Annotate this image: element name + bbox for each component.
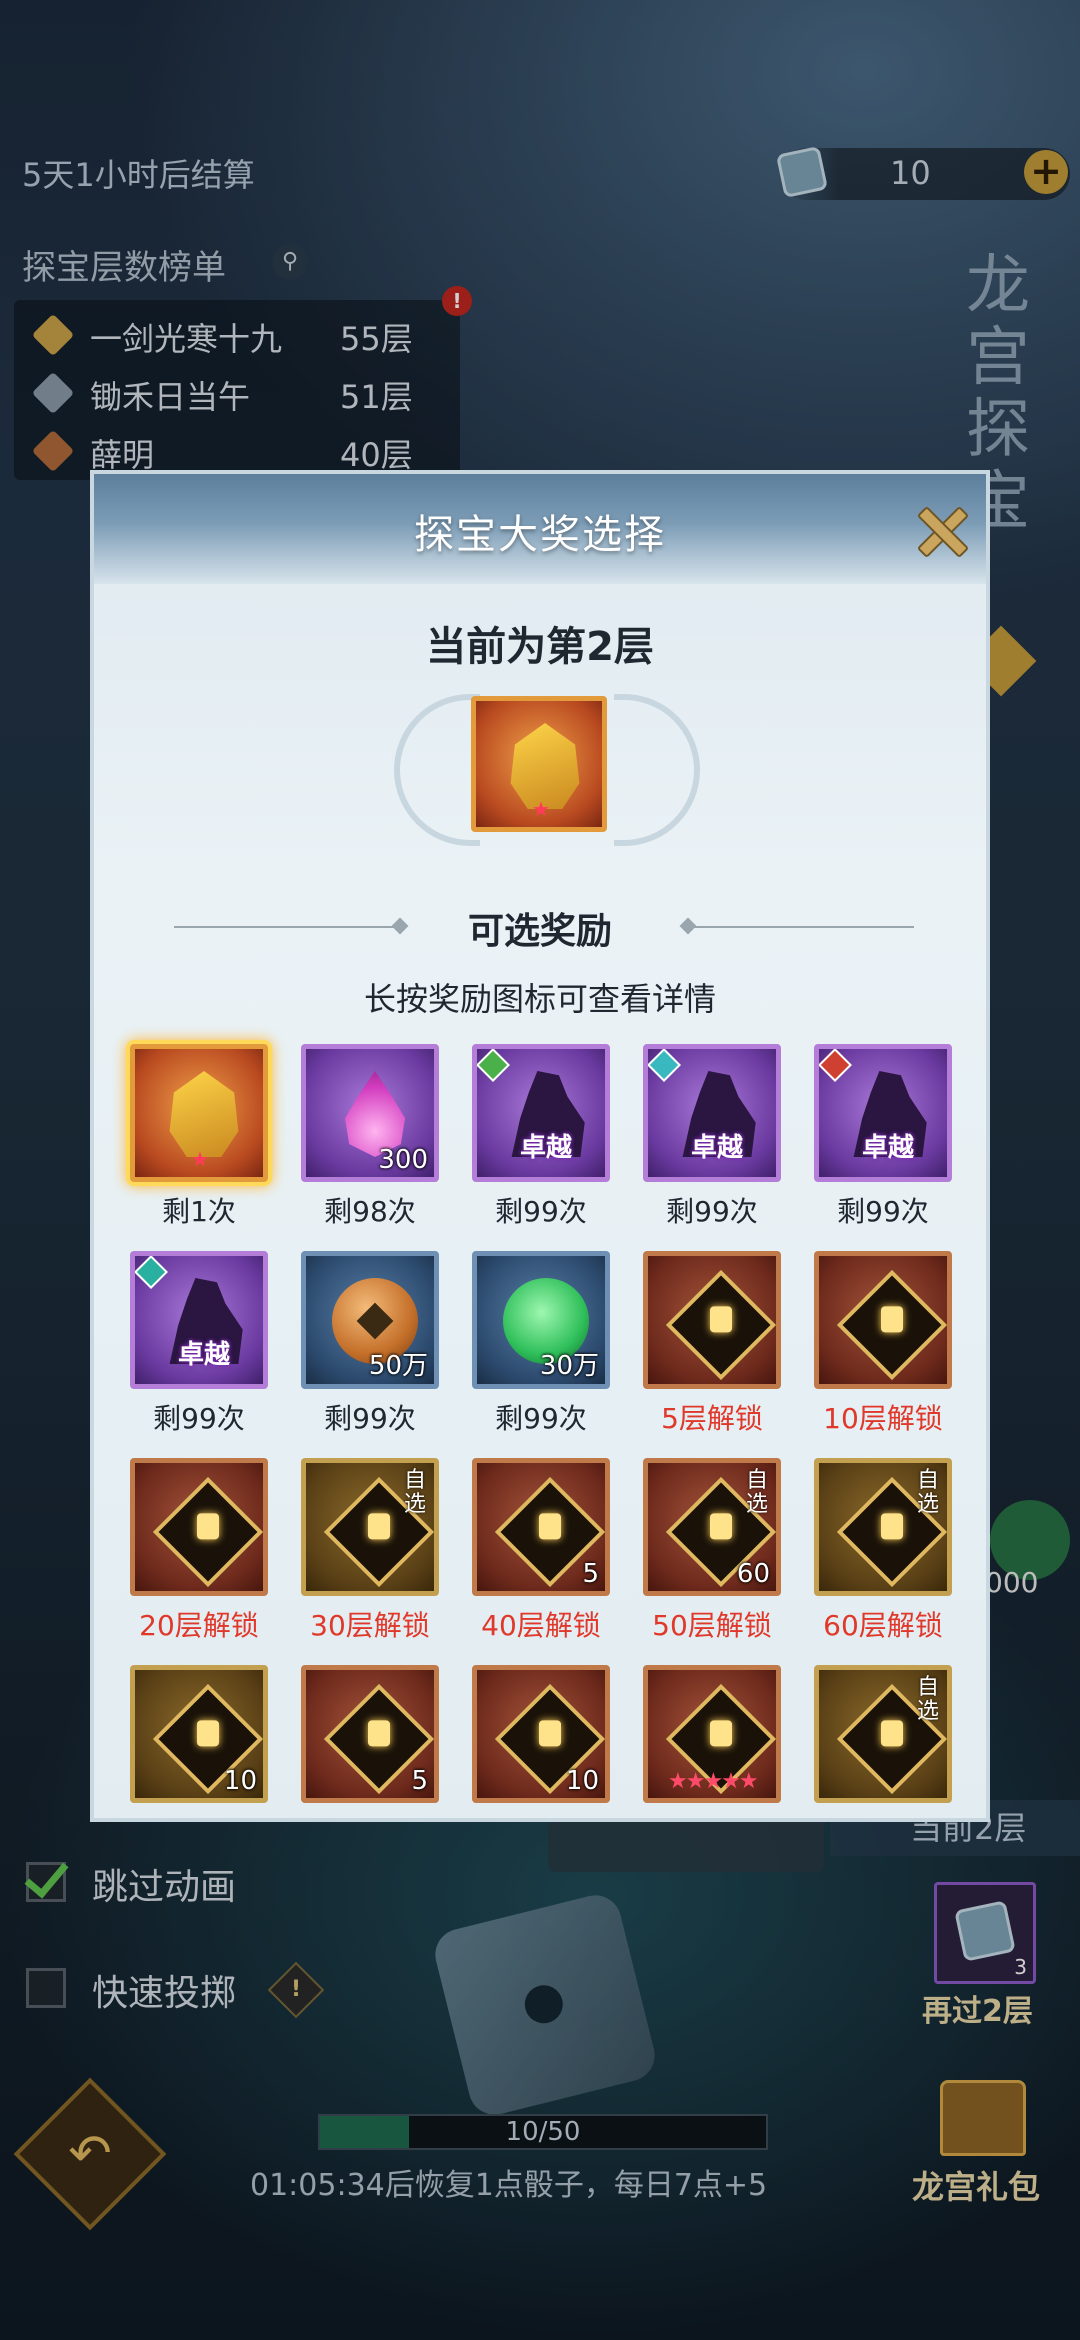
helmet-icon xyxy=(169,1071,239,1157)
reward-tile[interactable]: 卓越 xyxy=(643,1044,781,1182)
locked-reward-slot[interactable]: 自选 30层解锁 xyxy=(295,1458,445,1658)
locked-reward-slot[interactable]: 5层解锁 xyxy=(637,1251,787,1451)
gem-badge-icon xyxy=(648,1049,681,1082)
remaining-count: 剩99次 xyxy=(837,1195,929,1228)
cloud-ornament-icon xyxy=(614,694,700,846)
reward-tile[interactable]: 50万 xyxy=(301,1251,439,1389)
unlock-requirement: 50层解锁 xyxy=(652,1609,772,1642)
reward-slot[interactable]: 卓越剩99次 xyxy=(808,1044,958,1244)
reward-slot[interactable]: 30万剩99次 xyxy=(466,1251,616,1451)
reward-quantity: 10 xyxy=(565,1766,599,1796)
star-rating: ★★★★★ xyxy=(668,1769,759,1794)
unlock-requirement: 10层解锁 xyxy=(823,1402,943,1435)
reward-quantity: 10 xyxy=(223,1766,257,1796)
hint-text: 长按奖励图标可查看详情 xyxy=(363,980,716,1018)
reward-tile[interactable]: ★ xyxy=(130,1044,268,1182)
reward-tile[interactable]: 5 xyxy=(301,1665,439,1803)
close-icon[interactable] xyxy=(912,502,968,558)
reward-tile[interactable] xyxy=(130,1458,268,1596)
reward-tile[interactable]: 自选 xyxy=(814,1458,952,1596)
reward-slot[interactable]: ★ 剩1次 xyxy=(124,1044,274,1244)
star-icon: ★ xyxy=(532,797,550,821)
remaining-count: 剩99次 xyxy=(495,1195,587,1228)
locked-reward-slot[interactable]: 10 xyxy=(124,1665,274,1818)
remaining-count: 剩99次 xyxy=(324,1402,416,1435)
unlock-requirement: 40层解锁 xyxy=(481,1609,601,1642)
reward-quantity: 60 xyxy=(736,1559,770,1589)
lock-icon xyxy=(152,1476,263,1588)
optional-choice-tag: 自选 xyxy=(916,1468,939,1517)
reward-quantity: 30万 xyxy=(539,1351,599,1381)
reward-tile[interactable]: 10 xyxy=(130,1665,268,1803)
selected-grand-prize[interactable]: ★ xyxy=(471,696,607,832)
reward-tile[interactable]: 自选 60 xyxy=(643,1458,781,1596)
reward-slot[interactable]: 300 剩98次 xyxy=(295,1044,445,1244)
reward-tile[interactable] xyxy=(814,1251,952,1389)
locked-reward-slot[interactable]: 自选 60层解锁 xyxy=(808,1458,958,1658)
locked-reward-slot[interactable]: 5 xyxy=(295,1665,445,1818)
modal-title: 探宝大奖选择 xyxy=(414,512,666,558)
lock-icon xyxy=(665,1269,776,1381)
reward-tile[interactable]: 自选 xyxy=(814,1665,952,1803)
reward-tile[interactable]: 卓越 xyxy=(472,1044,610,1182)
quality-tag: 卓越 xyxy=(519,1133,572,1163)
gem-badge-icon xyxy=(819,1049,852,1082)
reward-slot[interactable]: 卓越剩99次 xyxy=(124,1251,274,1451)
unlock-requirement: 60层解锁 xyxy=(823,1609,943,1642)
locked-reward-slot[interactable]: 自选 xyxy=(808,1665,958,1818)
optional-choice-tag: 自选 xyxy=(403,1468,426,1517)
locked-reward-slot[interactable]: 自选 60 50层解锁 xyxy=(637,1458,787,1658)
reward-tile[interactable]: 自选 xyxy=(301,1458,439,1596)
gem-badge-icon xyxy=(477,1049,510,1082)
reward-slot[interactable]: 50万剩99次 xyxy=(295,1251,445,1451)
reward-tile[interactable]: 10 xyxy=(472,1665,610,1803)
remaining-count: 剩1次 xyxy=(162,1195,236,1228)
gem-badge-icon xyxy=(135,1256,168,1289)
remaining-count: 剩99次 xyxy=(495,1402,587,1435)
reward-tile[interactable]: 30万 xyxy=(472,1251,610,1389)
grand-prize-frame: ★ xyxy=(471,696,607,832)
remaining-count: 剩99次 xyxy=(666,1195,758,1228)
unlock-requirement: 20层解锁 xyxy=(139,1609,259,1642)
reward-quantity: 50万 xyxy=(368,1351,428,1381)
locked-reward-slot[interactable]: 10层解锁 xyxy=(808,1251,958,1451)
locked-reward-slot[interactable]: 20层解锁 xyxy=(124,1458,274,1658)
reward-tile[interactable]: 5 xyxy=(472,1458,610,1596)
reward-tile[interactable] xyxy=(643,1251,781,1389)
locked-reward-slot[interactable]: ★★★★★ xyxy=(637,1665,787,1818)
optional-choice-tag: 自选 xyxy=(745,1468,768,1517)
reward-quantity: 300 xyxy=(378,1145,428,1175)
grand-prize-modal: 探宝大奖选择 当前为第2层 ★ 可选奖励 长按奖励图标可查看详情 ★ 剩1次 300… xyxy=(90,470,990,1822)
reward-tile[interactable]: 300 xyxy=(301,1044,439,1182)
reward-quantity: 5 xyxy=(582,1559,599,1589)
quality-tag: 卓越 xyxy=(690,1133,743,1163)
reward-quantity: 5 xyxy=(411,1766,428,1796)
optional-choice-tag: 自选 xyxy=(916,1675,939,1724)
reward-tile[interactable]: 卓越 xyxy=(814,1044,952,1182)
quality-tag: 卓越 xyxy=(861,1133,914,1163)
cloud-ornament-icon xyxy=(394,694,480,846)
unlock-requirement: 5层解锁 xyxy=(661,1402,763,1435)
reward-tile[interactable]: ★★★★★ xyxy=(643,1665,781,1803)
lock-icon xyxy=(836,1269,947,1381)
locked-reward-slot[interactable]: 5 40层解锁 xyxy=(466,1458,616,1658)
locked-reward-slot[interactable]: 10 xyxy=(466,1665,616,1818)
current-floor-title: 当前为第2层 xyxy=(426,624,654,670)
reward-slot[interactable]: 卓越剩99次 xyxy=(466,1044,616,1244)
remaining-count: 剩98次 xyxy=(324,1195,416,1228)
divider xyxy=(688,926,914,928)
remaining-count: 剩99次 xyxy=(153,1402,245,1435)
unlock-requirement: 30层解锁 xyxy=(310,1609,430,1642)
section-title: 可选奖励 xyxy=(467,911,612,952)
star-icon: ★ xyxy=(191,1147,209,1171)
reward-slot[interactable]: 卓越剩99次 xyxy=(637,1044,787,1244)
quality-tag: 卓越 xyxy=(177,1340,230,1370)
reward-tile[interactable]: 卓越 xyxy=(130,1251,268,1389)
